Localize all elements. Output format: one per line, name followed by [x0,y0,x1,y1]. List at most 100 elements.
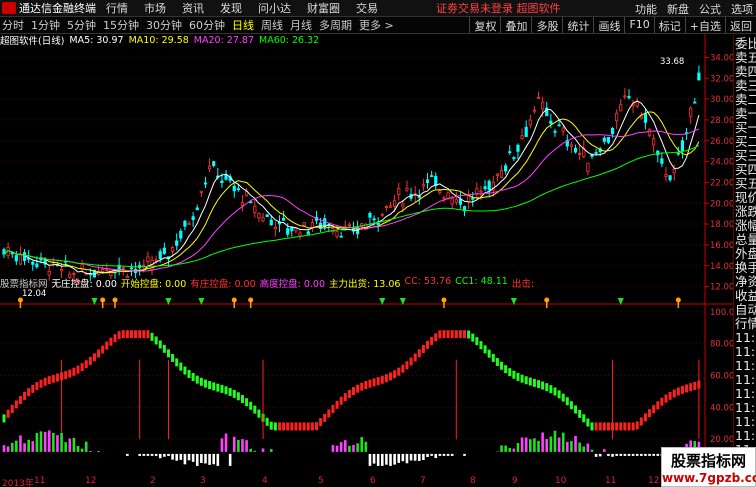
tool-button-6[interactable]: 标记 [653,17,685,33]
volume-bar [138,453,141,456]
menu-item-trade[interactable]: 交易 [356,0,378,16]
period-tab-0[interactable]: 分时 [2,17,24,33]
ma-info-bar: 超图软件(日线) MA5: 30.97 MA10: 29.58 MA20: 27… [0,34,324,48]
main-menu: 行情 市场 资讯 发现 问小达 财富圈 交易 [106,0,394,16]
menu-item-options[interactable]: 选项 [731,1,753,17]
candle-body [471,197,475,200]
candle-body [615,112,619,122]
volume-bar [261,448,265,452]
volume-bar [80,448,84,452]
volume-bar [126,453,129,456]
tool-button-8[interactable]: 返回 [725,17,756,33]
indicator-value-1: 开始控盘: 0.00 [120,279,187,290]
period-tab-9[interactable]: 多周期 [319,17,352,33]
menu-item-function[interactable]: 功能 [635,1,657,17]
candle-body [142,264,146,267]
menu-item-news[interactable]: 资讯 [182,0,204,16]
volume-bar [385,453,388,465]
side-label-27: 11:1 [735,414,756,429]
menu-item-wealth[interactable]: 财富圈 [307,0,340,16]
volume-bar [195,453,199,466]
chart-area[interactable]: 34.00 32.00 30.00 28.00 26.00 24.00 22.00 20.00… [0,34,733,487]
tool-button-3[interactable]: 统计 [562,17,593,33]
period-tab-8[interactable]: 月线 [290,17,312,33]
period-tab-10[interactable]: 更多 > [359,17,394,33]
login-notice[interactable]: 证劵交易未登录 超图软件 [436,0,561,16]
side-label-12: 涨跌 [735,204,756,219]
volume-bar [640,453,643,456]
period-tab-3[interactable]: 15分钟 [103,17,139,33]
candle-body [175,240,179,246]
date-label-0: 2013年 [2,479,34,487]
price-tick-label: 28.00 [710,116,733,126]
volume-bar [635,453,639,456]
candle-body [430,175,434,178]
volume-bar [224,433,228,452]
candle-body [240,202,245,206]
menu-item-quotes[interactable]: 行情 [106,0,128,16]
period-tab-6[interactable]: 日线 [232,17,254,33]
price-tick-label: 20.00 [710,199,733,209]
price-tick-label: 34.00 [710,53,733,63]
volume-bar [89,450,92,452]
volume-bar [500,445,503,452]
indicator-tick-label: 40.00 [710,403,733,413]
date-label-9: 8 [470,476,476,486]
candle-body [594,152,598,154]
indicator-values: 无庄控盘: 0.00 开始控盘: 0.00 有庄控盘: 0.00 高度控盘: 0.00… [52,276,539,290]
side-label-14: 总量 [735,232,756,247]
candle-body [158,251,162,260]
tool-button-4[interactable]: 画线 [593,17,624,33]
menu-item-new[interactable]: 新盘 [667,1,689,17]
volume-bar [652,453,655,456]
candle-body [450,198,454,205]
volume-bar [533,438,536,452]
menu-item-market[interactable]: 市场 [144,0,166,16]
candle-body [635,101,639,107]
candle-body [586,162,590,172]
candle-body [249,201,253,204]
period-tab-2[interactable]: 5分钟 [67,17,96,33]
volume-bar [422,453,425,460]
candle-body [207,165,212,170]
volume-bar [607,453,610,456]
tool-button-0[interactable]: 复权 [469,17,500,33]
volume-bar [183,453,187,465]
volume-bar [409,453,413,461]
ma60-line [3,145,700,268]
period-tab-1[interactable]: 1分钟 [31,17,60,33]
menu-item-discover[interactable]: 发现 [220,0,242,16]
menu-item-ask[interactable]: 问小达 [258,0,291,16]
volume-bar [212,453,215,465]
candle-body [269,219,273,226]
app-logo-icon [2,2,16,14]
volume-bar [191,453,195,462]
volume-bar [68,438,72,452]
price-tick-label: 12.00 [710,283,733,293]
volume-bar [561,432,565,452]
period-tabs: 分时 1分钟 5分钟 15分钟 30分钟 60分钟 日线 周线 月线 多周期 更多 > [2,17,401,33]
volume-bar [656,453,660,456]
tool-button-2[interactable]: 多股 [531,17,562,33]
volume-bar [35,433,39,452]
candle-body [232,185,236,192]
candle-body [179,230,183,239]
tool-button-7[interactable]: +自选 [684,17,725,33]
period-tab-7[interactable]: 周线 [261,17,283,33]
volume-bar [352,444,355,452]
volume-bar [52,432,55,452]
candle-body [22,252,27,261]
volume-bar [529,439,532,452]
volume-bar [72,437,76,452]
volume-bar [216,453,220,466]
tool-button-5[interactable]: F10 [624,17,653,33]
candle-body [524,126,528,137]
period-tab-5[interactable]: 60分钟 [189,17,225,33]
period-tab-4[interactable]: 30分钟 [146,17,182,33]
tool-button-1[interactable]: 叠加 [500,17,531,33]
candle-body [401,203,405,207]
volume-bar [463,453,466,456]
menu-item-formula[interactable]: 公式 [699,1,721,17]
volume-bar [39,431,43,452]
candle-body [59,268,64,272]
